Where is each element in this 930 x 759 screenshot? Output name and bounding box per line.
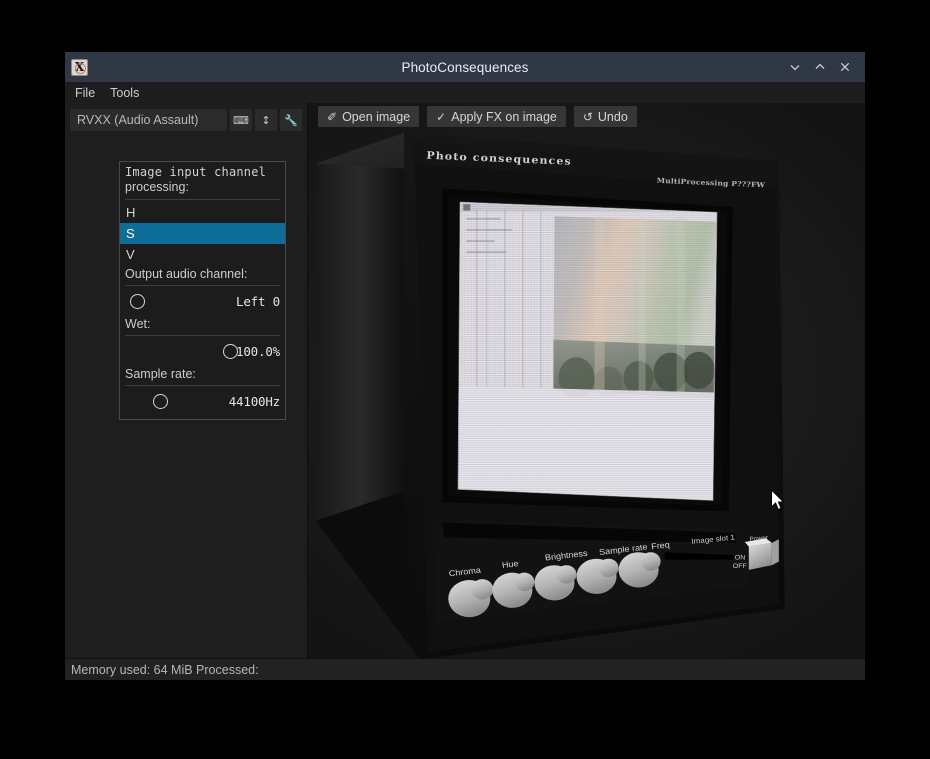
application-window: X PhotoConsequences File Tools RVXX (Aud…	[65, 52, 865, 680]
popup-title-line1: Image input channel	[125, 165, 267, 179]
slider-handle[interactable]	[129, 294, 145, 309]
fx-panel: RVXX (Audio Assault) ⌨ ↕ 🔧 Image input c…	[65, 103, 308, 658]
close-icon	[838, 60, 852, 74]
undo-button[interactable]: ↺ Undo	[573, 106, 637, 127]
output-audio-channel-value: Left 0	[236, 294, 280, 309]
chevron-up-icon	[813, 60, 827, 74]
sample-rate-slider[interactable]: 44100Hz	[125, 388, 280, 415]
fx-selector-row: RVXX (Audio Assault) ⌨ ↕ 🔧	[70, 109, 302, 131]
statusbar: Memory used: 64 MiB Processed:	[65, 658, 865, 680]
window-controls	[782, 54, 865, 80]
undo-icon: ↺	[582, 109, 593, 124]
option-s[interactable]: S	[120, 223, 285, 244]
chevron-down-icon	[788, 60, 802, 74]
output-audio-channel-slider[interactable]: Left 0	[125, 288, 280, 315]
slider-handle[interactable]	[222, 344, 238, 359]
menu-file[interactable]: File	[75, 86, 95, 100]
check-icon: ✓	[436, 109, 447, 124]
open-image-label: Open image	[342, 109, 411, 124]
apply-fx-button[interactable]: ✓ Apply FX on image	[427, 106, 566, 127]
body: RVXX (Audio Assault) ⌨ ↕ 🔧 Image input c…	[65, 103, 865, 658]
open-image-icon: ✐	[327, 109, 338, 124]
fx-plugin-combo[interactable]: RVXX (Audio Assault)	[70, 109, 227, 131]
keyboard-icon[interactable]: ⌨	[230, 109, 252, 131]
option-h[interactable]: H	[120, 202, 285, 223]
popup-title-line2: processing:	[125, 180, 189, 194]
option-v[interactable]: V	[120, 244, 285, 265]
titlebar[interactable]: X PhotoConsequences	[65, 52, 865, 82]
image-toolbar: ✐ Open image ✓ Apply FX on image ↺ Undo	[318, 106, 637, 127]
svg-text:ON: ON	[735, 555, 746, 562]
maximize-button[interactable]	[807, 54, 832, 80]
svg-text:OFF: OFF	[733, 563, 747, 570]
popup-divider	[125, 285, 280, 286]
open-image-button[interactable]: ✐ Open image	[318, 106, 420, 127]
svg-text:Hue: Hue	[501, 558, 519, 569]
menubar: File Tools	[65, 82, 865, 103]
render-viewport[interactable]: Photo consequences MultiProcessing P???F…	[308, 103, 865, 658]
sample-rate-label: Sample rate:	[125, 367, 196, 381]
menu-tools[interactable]: Tools	[110, 86, 139, 100]
wet-value: 100.0%	[236, 344, 280, 359]
status-text: Memory used: 64 MiB Processed:	[71, 662, 259, 677]
minimize-button[interactable]	[782, 54, 807, 80]
wet-label: Wet:	[125, 317, 151, 331]
close-button[interactable]	[832, 54, 857, 80]
popup-divider	[125, 385, 280, 386]
slider-handle[interactable]	[152, 394, 168, 409]
apply-fx-label: Apply FX on image	[451, 109, 557, 124]
output-audio-channel-label: Output audio channel:	[125, 267, 248, 281]
window-title: PhotoConsequences	[401, 59, 529, 75]
crt-monitor-render: Photo consequences MultiProcessing P???F…	[308, 103, 865, 658]
undo-label: Undo	[597, 109, 628, 124]
popup-divider	[125, 199, 280, 200]
screen-root: X PhotoConsequences File Tools RVXX (Aud…	[0, 0, 930, 759]
sample-rate-value: 44100Hz	[228, 394, 280, 409]
channel-processing-popup: Image input channel processing: H S V Ou…	[119, 161, 286, 420]
wet-slider[interactable]: 100.0%	[125, 338, 280, 365]
wrench-icon[interactable]: 🔧	[280, 109, 302, 131]
mouse-pointer	[770, 488, 786, 517]
x11-app-icon: X	[71, 58, 88, 76]
updown-icon[interactable]: ↕	[255, 109, 277, 131]
popup-divider	[125, 335, 280, 336]
